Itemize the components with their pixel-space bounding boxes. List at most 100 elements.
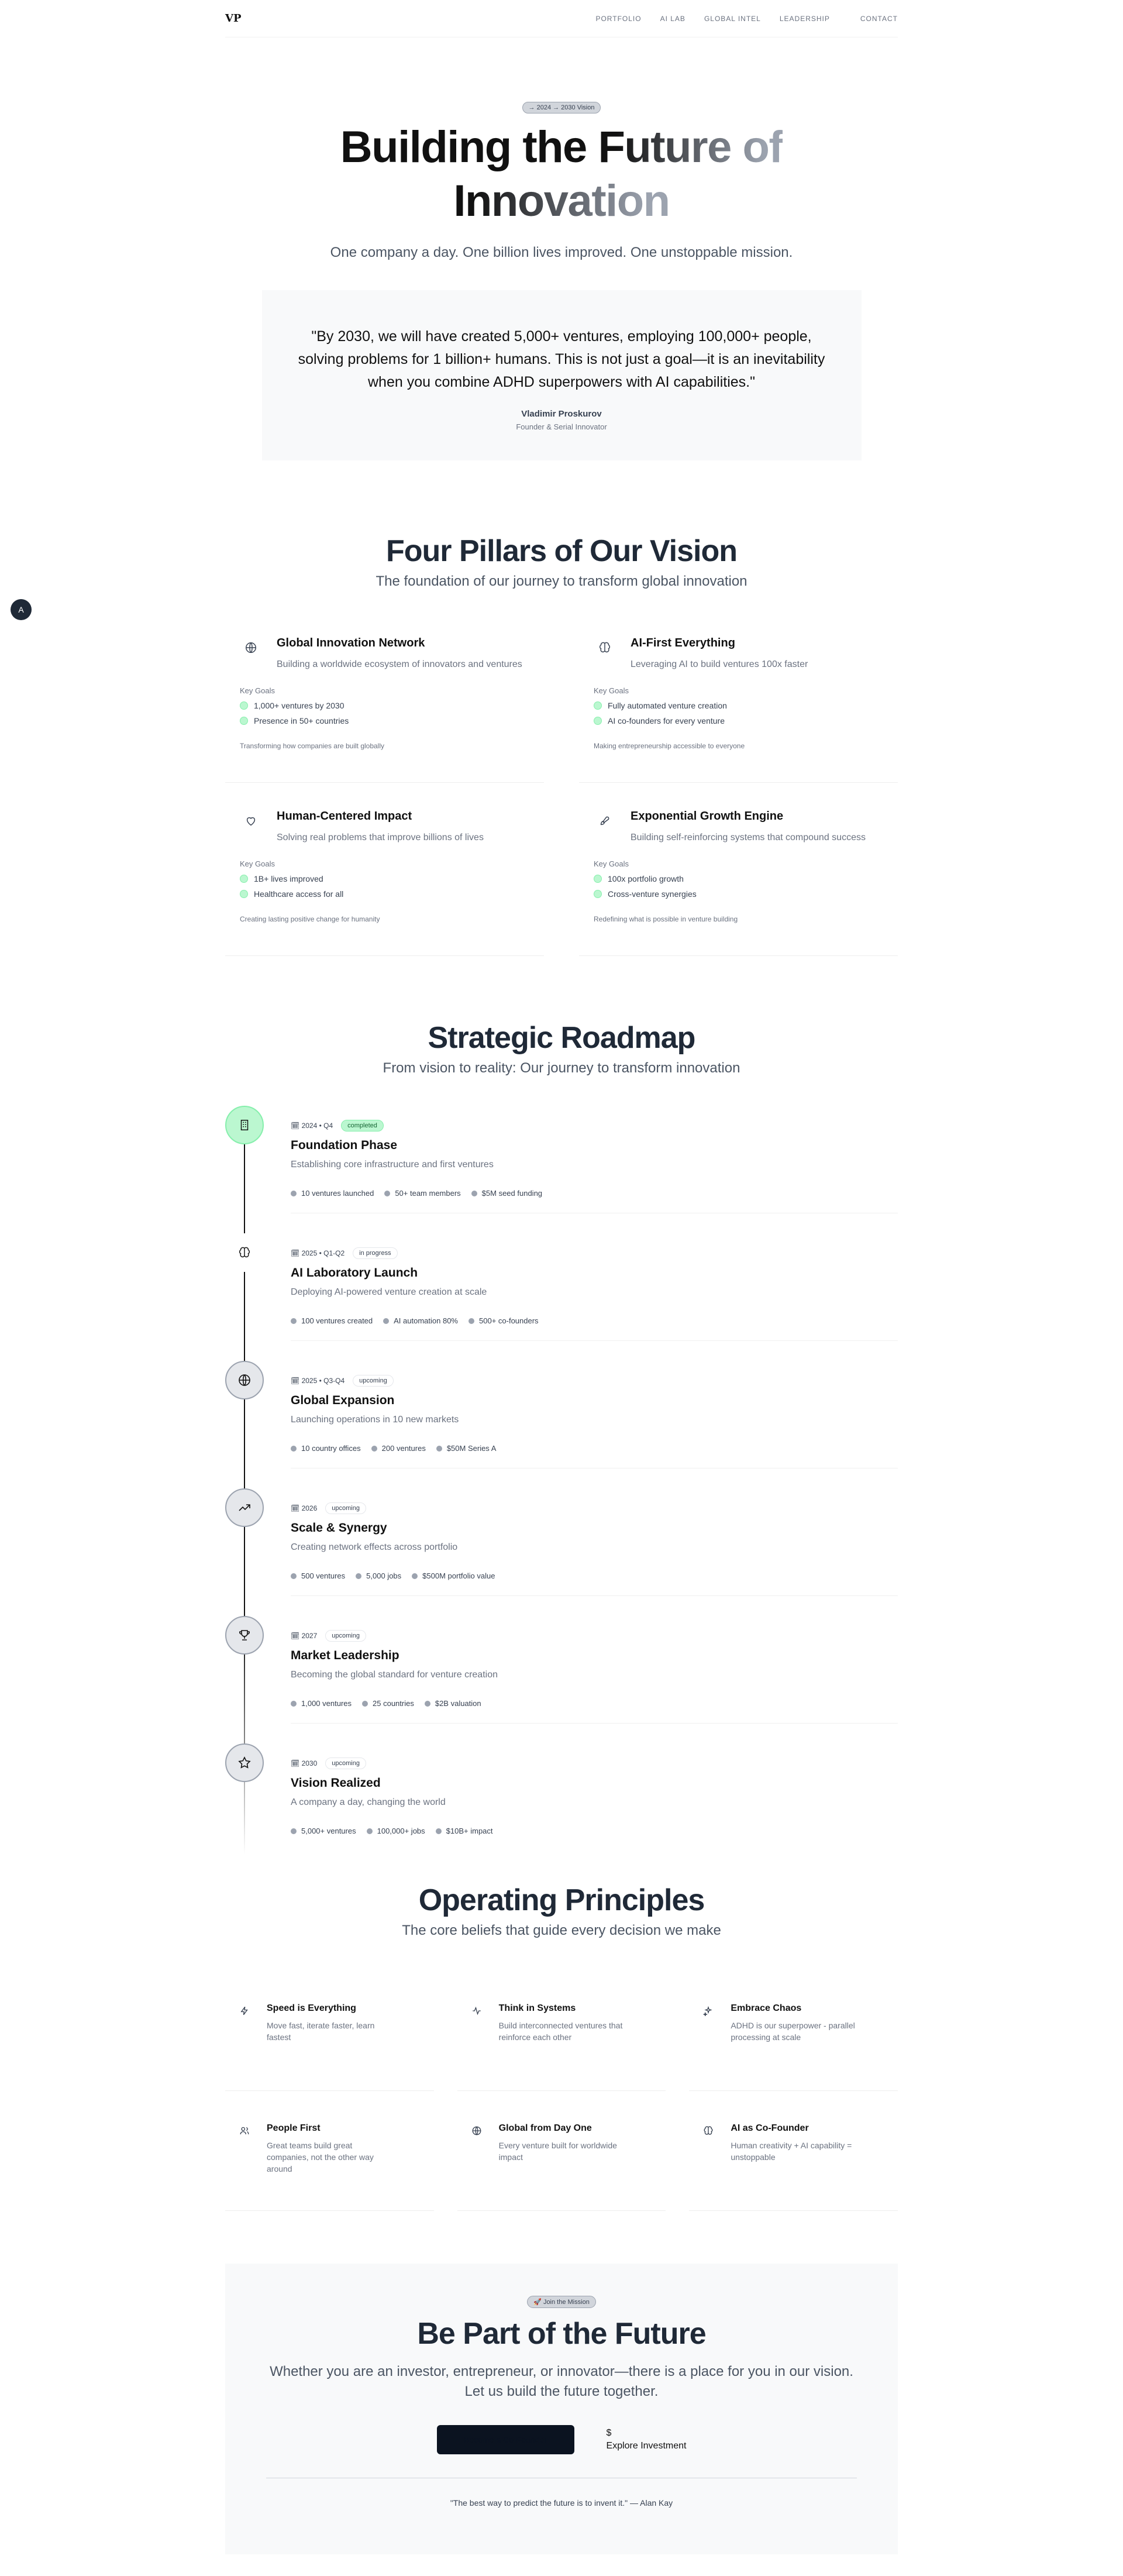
pillar-footnote: Making entrepreneurship accessible to ev… <box>594 742 745 750</box>
milestone-metrics: 500 ventures 5,000 jobs $500M portfolio va… <box>291 1571 898 1596</box>
milestone-title: Vision Realized <box>291 1776 381 1790</box>
rocket-icon <box>594 810 616 832</box>
status-badge: upcoming <box>325 1502 366 1514</box>
floating-assistant-button[interactable]: A <box>11 599 32 620</box>
pillar-card: AI-First Everything Leveraging AI to buil… <box>579 625 898 783</box>
metric: AI automation 80% <box>383 1316 458 1325</box>
goal-item: 100x portfolio growth <box>594 874 883 883</box>
goal-text: 1B+ lives improved <box>254 874 323 883</box>
milestone-desc: Establishing core infrastructure and fir… <box>291 1160 494 1170</box>
nav-link-ai-lab[interactable]: AI LAB <box>660 15 685 23</box>
principle-title: Global from Day One <box>498 2123 592 2133</box>
nav-link-global-intel[interactable]: GLOBAL INTEL <box>704 15 761 23</box>
metric: 100 ventures created <box>291 1316 373 1325</box>
status-badge: upcoming <box>353 1375 394 1387</box>
activity-icon <box>469 2003 484 2018</box>
milestone-title: Foundation Phase <box>291 1139 398 1152</box>
pillar-footnote: Transforming how companies are built glo… <box>240 742 385 750</box>
roadmap-milestone: 🗓 2027 upcoming Market Leadership Becomin… <box>225 1616 898 1743</box>
principle-desc: Every venture built for worldwide impact <box>498 2141 617 2162</box>
hero-section: → 2024 → 2030 Vision Building the Future… <box>225 37 898 460</box>
trend-up-icon <box>225 1488 264 1527</box>
roadmap-milestone: 🗓 2025 • Q1-Q2 in progress AI Laboratory … <box>225 1233 898 1361</box>
period-label: 🗓 2024 • Q4 <box>291 1122 333 1130</box>
roadmap-timeline: 🗓 2024 • Q4 completed Foundation Phase Es… <box>225 1106 898 1871</box>
metric: $10B+ impact <box>436 1827 493 1835</box>
pillars-section: Four Pillars of Our Vision The foundatio… <box>225 534 898 956</box>
metric: $2B valuation <box>425 1699 481 1708</box>
pillar-desc: Solving real problems that improve billi… <box>277 833 484 842</box>
brain-icon <box>594 637 616 659</box>
pillars-grid: Global Innovation Network Building a worl… <box>225 625 898 956</box>
key-goals-label: Key Goals <box>240 686 275 695</box>
principle-desc: Move fast, iterate faster, learn fastest <box>267 2021 375 2042</box>
milestone-desc: Launching operations in 10 new markets <box>291 1415 459 1425</box>
roadmap-subtitle: From vision to reality: Our journey to t… <box>383 1060 740 1076</box>
goal-text: 100x portfolio growth <box>608 874 684 883</box>
pillar-title: Global Innovation Network <box>277 637 425 649</box>
pillar-footnote: Creating lasting positive change for hum… <box>240 915 380 923</box>
alan-kay-quote: "The best way to predict the future is t… <box>450 2498 673 2508</box>
cta-buttons: Become a Co-Founder $ Explore Investment <box>266 2425 857 2454</box>
globe-icon <box>225 1361 264 1399</box>
check-dot-icon <box>594 717 602 725</box>
principle-title: Speed is Everything <box>267 2003 356 2013</box>
milestone-metrics: 100 ventures created AI automation 80% 500… <box>291 1316 898 1341</box>
hero-title: Building the Future of Innovation <box>225 121 898 228</box>
status-badge: in progress <box>353 1247 398 1259</box>
explore-investment-label: Explore Investment <box>606 2441 687 2451</box>
key-goals-label: Key Goals <box>594 859 629 868</box>
nav-link-contact[interactable]: CONTACT <box>860 15 898 23</box>
roadmap-milestone: 🗓 2024 • Q4 completed Foundation Phase Es… <box>225 1106 898 1233</box>
cta-title: Be Part of the Future <box>417 2317 706 2351</box>
metric: 5,000 jobs <box>356 1571 401 1580</box>
nav-link-portfolio[interactable]: PORTFOLIO <box>595 15 641 23</box>
principle-desc: Human creativity + AI capability = unsto… <box>731 2141 852 2162</box>
metric: 100,000+ jobs <box>367 1827 425 1835</box>
principle-card: AI as Co-Founder Human creativity + AI ca… <box>689 2111 898 2211</box>
principles-title: Operating Principles <box>418 1883 705 1917</box>
milestone-title: Market Leadership <box>291 1649 399 1662</box>
hero-title-part-1: Building the <box>340 122 598 172</box>
roadmap-title: Strategic Roadmap <box>428 1021 696 1055</box>
metric: 50+ team members <box>384 1189 460 1198</box>
period-label: 🗓 2030 <box>291 1759 318 1767</box>
period-text: 2030 <box>301 1759 318 1767</box>
period-text: 2027 <box>301 1632 318 1640</box>
heart-icon <box>240 810 262 832</box>
goal-text: Fully automated venture creation <box>608 701 727 710</box>
period-label: 🗓 2026 <box>291 1504 318 1512</box>
quote-author-role: Founder & Serial Innovator <box>516 422 607 431</box>
roadmap-section: Strategic Roadmap From vision to reality… <box>225 1020 898 1871</box>
explore-investment-button[interactable]: $ Explore Investment <box>607 2428 687 2451</box>
principle-card: People First Great teams build great comp… <box>225 2111 434 2211</box>
metric: 10 ventures launched <box>291 1189 374 1198</box>
principle-card: Think in Systems Build interconnected ven… <box>457 1992 666 2091</box>
status-badge: completed <box>341 1120 384 1131</box>
vision-pill: → 2024 → 2030 Vision <box>522 102 601 114</box>
principles-section: Operating Principles The core beliefs th… <box>225 1883 898 2211</box>
milestone-metrics: 1,000 ventures 25 countries $2B valuation <box>291 1699 898 1724</box>
milestone-desc: Becoming the global standard for venture… <box>291 1670 498 1680</box>
pillar-card: Human-Centered Impact Solving real proble… <box>225 798 544 956</box>
become-cofounder-button[interactable]: Become a Co-Founder <box>436 2425 574 2454</box>
brain-icon <box>701 2123 716 2138</box>
goal-text: Healthcare access for all <box>254 889 344 899</box>
goal-text: Cross-venture synergies <box>608 889 697 899</box>
founder-quote-box: "By 2030, we will have created 5,000+ ve… <box>261 290 862 460</box>
hero-subtitle: One company a day. One billion lives imp… <box>330 245 793 260</box>
pillar-desc: Building a worldwide ecosystem of innova… <box>277 659 522 669</box>
principle-card: Embrace Chaos ADHD is our superpower - pa… <box>689 1992 898 2091</box>
period-text: 2025 • Q3-Q4 <box>301 1377 345 1385</box>
nav-link-leadership[interactable]: LEADERSHIP <box>780 15 830 23</box>
sparkles-icon <box>701 2003 716 2018</box>
check-dot-icon <box>240 875 248 883</box>
period-label: 🗓 2025 • Q3-Q4 <box>291 1377 345 1385</box>
key-goals-label: Key Goals <box>594 686 629 695</box>
milestone-metrics: 10 ventures launched 50+ team members $5M … <box>291 1189 898 1213</box>
logo[interactable]: VP <box>225 12 242 25</box>
brain-icon <box>225 1233 264 1272</box>
pillars-subtitle: The foundation of our journey to transfo… <box>376 573 747 589</box>
check-dot-icon <box>240 890 248 898</box>
goal-item: 1B+ lives improved <box>240 874 529 883</box>
